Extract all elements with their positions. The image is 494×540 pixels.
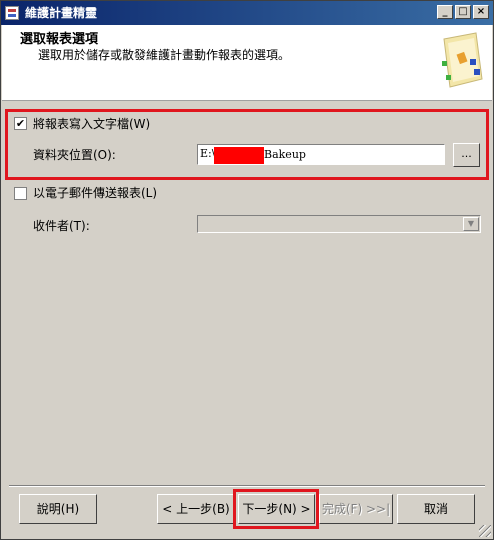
resize-grip-icon[interactable] bbox=[479, 525, 491, 537]
recipient-dropdown[interactable]: ▼ bbox=[197, 215, 481, 233]
back-button[interactable]: < 上一步(B) bbox=[157, 494, 235, 524]
wizard-window: 維護計畫精靈 _ □ × 選取報表選項 選取用於儲存或散發維護計畫動作報表的選項… bbox=[0, 0, 494, 540]
wizard-header: 選取報表選項 選取用於儲存或散發維護計畫動作報表的選項。 bbox=[2, 25, 492, 101]
window-controls: _ □ × bbox=[437, 5, 489, 19]
close-icon[interactable]: × bbox=[473, 5, 489, 19]
wizard-app-icon bbox=[5, 6, 19, 20]
email-report-checkbox[interactable] bbox=[14, 187, 27, 200]
highlight-box-next bbox=[233, 489, 319, 529]
finish-button: 完成(F) >>| bbox=[319, 494, 393, 524]
page-description: 選取用於儲存或散發維護計畫動作報表的選項。 bbox=[38, 48, 291, 62]
wizard-graphic-icon bbox=[442, 32, 483, 88]
chevron-down-icon[interactable]: ▼ bbox=[463, 217, 479, 231]
footer-divider bbox=[9, 485, 485, 487]
maximize-icon[interactable]: □ bbox=[455, 5, 471, 19]
title-bar[interactable]: 維護計畫精靈 _ □ × bbox=[1, 1, 493, 25]
cancel-button[interactable]: 取消 bbox=[397, 494, 475, 524]
minimize-icon[interactable]: _ bbox=[437, 5, 453, 19]
email-report-label: 以電子郵件傳送報表(L) bbox=[33, 186, 158, 200]
help-button[interactable]: 說明(H) bbox=[19, 494, 97, 524]
recipient-label: 收件者(T): bbox=[33, 219, 90, 233]
highlight-box-report-file bbox=[5, 109, 489, 180]
window-title: 維護計畫精靈 bbox=[25, 6, 98, 20]
